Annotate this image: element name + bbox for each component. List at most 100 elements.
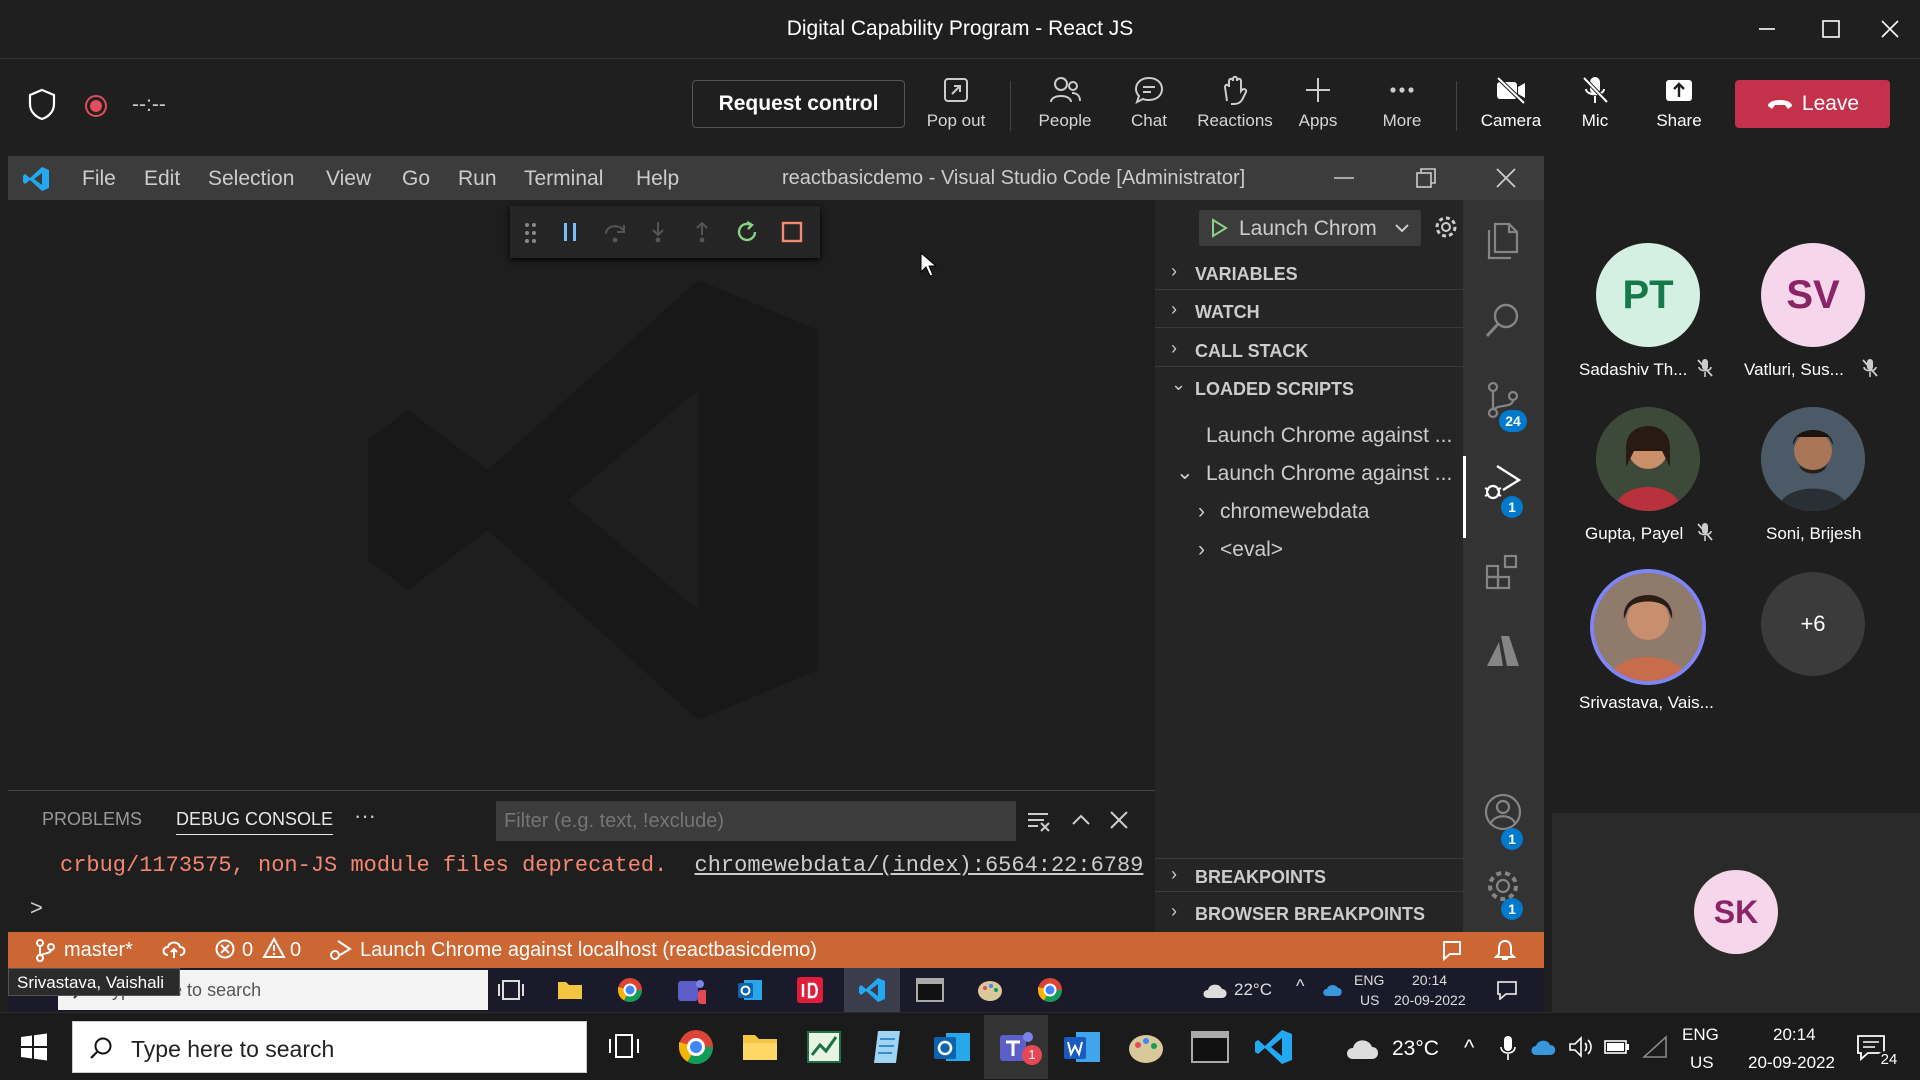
outlook-icon[interactable] [932, 1027, 972, 1067]
taskbar-lang[interactable]: ENG [1682, 1025, 1719, 1045]
share-button[interactable]: Share [1637, 75, 1721, 145]
menu-edit[interactable]: Edit [144, 167, 180, 191]
outlook-icon[interactable] [736, 976, 764, 1004]
menu-go[interactable]: Go [402, 167, 430, 191]
vscode-icon[interactable] [1254, 1027, 1294, 1067]
wifi-icon[interactable] [1642, 1035, 1668, 1059]
step-into-button[interactable] [646, 220, 670, 244]
extensions-icon[interactable] [1483, 552, 1523, 592]
chat-button[interactable]: Chat [1107, 75, 1191, 145]
explorer-icon[interactable] [1483, 220, 1523, 260]
gear-icon[interactable] [1433, 214, 1459, 240]
watch-section[interactable]: › WATCH [1155, 294, 1463, 328]
warning-count[interactable]: 0 [290, 939, 301, 962]
source-link[interactable]: chromewebdata/(index):6564:22:6789 [695, 853, 1144, 878]
account-icon[interactable] [1483, 792, 1523, 832]
inner-clock-time[interactable]: 20:14 [1412, 972, 1447, 988]
vscode-minimize-button[interactable] [1330, 164, 1358, 192]
branch-name[interactable]: master* [64, 939, 133, 962]
debug-status-icon[interactable] [328, 938, 352, 962]
onedrive-icon[interactable] [1322, 982, 1344, 998]
warning-icon[interactable] [262, 937, 286, 959]
drag-handle-icon[interactable] [524, 222, 538, 244]
console-prompt[interactable]: > [30, 895, 43, 921]
apps-button[interactable]: Apps [1276, 75, 1360, 145]
windows-start-icon[interactable] [20, 1033, 48, 1061]
tab-debug-console[interactable]: DEBUG CONSOLE [176, 809, 334, 835]
launch-config-select[interactable]: Launch Chrom [1199, 210, 1421, 246]
chevron-up-icon[interactable]: ^ [1296, 976, 1304, 997]
microphone-icon[interactable] [1500, 1035, 1516, 1061]
terminal-icon[interactable] [1190, 1027, 1230, 1067]
variables-section[interactable]: › VARIABLES [1155, 256, 1463, 290]
weather-icon[interactable] [1200, 978, 1232, 1002]
editor-area[interactable] [8, 200, 1155, 790]
weather-icon[interactable] [1344, 1035, 1384, 1061]
more-button[interactable]: More [1360, 75, 1444, 145]
menu-view[interactable]: View [326, 167, 371, 191]
people-button[interactable]: People [1023, 75, 1107, 145]
avatar-photo[interactable] [1761, 407, 1865, 511]
vscode-restore-button[interactable] [1412, 164, 1440, 192]
notifications-icon[interactable] [1496, 980, 1518, 1000]
list-item[interactable]: › chromewebdata [1198, 500, 1369, 524]
chrome-icon[interactable] [676, 1027, 716, 1067]
file-explorer-icon[interactable] [556, 976, 584, 1002]
bell-icon[interactable] [1494, 938, 1516, 962]
inner-lang[interactable]: ENG [1354, 972, 1384, 988]
browser-breakpoints-section[interactable]: › BROWSER BREAKPOINTS [1155, 896, 1463, 930]
avatar-photo-speaking[interactable] [1590, 569, 1706, 685]
clear-console-icon[interactable] [1026, 809, 1052, 833]
step-out-button[interactable] [690, 220, 714, 244]
feedback-icon[interactable] [1440, 938, 1464, 962]
loaded-scripts-section[interactable]: ⌄ LOADED SCRIPTS [1155, 371, 1463, 405]
vscode-close-button[interactable] [1492, 164, 1520, 192]
word-icon[interactable] [1062, 1027, 1102, 1067]
teams-icon[interactable] [676, 976, 706, 1004]
taskbar-region[interactable]: US [1690, 1053, 1714, 1073]
avatar[interactable]: PT [1596, 243, 1700, 347]
terminal-icon[interactable] [916, 977, 944, 1003]
error-count[interactable]: 0 [242, 939, 253, 962]
more-actions-icon[interactable]: ··· [354, 803, 376, 829]
menu-terminal[interactable]: Terminal [524, 167, 603, 191]
inner-weather-temp[interactable]: 22°C [1234, 980, 1272, 1000]
azure-icon[interactable] [1483, 632, 1523, 672]
avatar-photo[interactable] [1596, 407, 1700, 511]
debug-target[interactable]: Launch Chrome against localhost (reactba… [360, 939, 817, 962]
list-item[interactable]: ⌄ Launch Chrome against ... [1176, 461, 1452, 486]
onedrive-icon[interactable] [1530, 1037, 1558, 1057]
teams-taskbar-button[interactable]: 1 [984, 1015, 1048, 1079]
avatar[interactable]: SV [1761, 243, 1865, 347]
error-icon[interactable] [214, 938, 236, 960]
close-panel-icon[interactable] [1108, 809, 1130, 831]
restart-button[interactable] [734, 219, 760, 245]
run-debug-icon[interactable] [1483, 462, 1523, 502]
breakpoints-section[interactable]: › BREAKPOINTS [1155, 858, 1463, 892]
chrome-icon[interactable] [1036, 976, 1064, 1004]
search-icon[interactable] [1483, 300, 1523, 340]
inner-region[interactable]: US [1360, 992, 1379, 1008]
notepad-icon[interactable] [868, 1027, 908, 1067]
maximize-button[interactable] [1816, 14, 1846, 44]
avatar[interactable]: SK [1694, 870, 1778, 954]
tab-problems[interactable]: PROBLEMS [42, 809, 142, 830]
more-participants[interactable]: +6 [1761, 572, 1865, 676]
sync-icon[interactable] [162, 938, 188, 962]
battery-icon[interactable] [1604, 1039, 1630, 1055]
minimize-button[interactable] [1752, 14, 1782, 44]
task-view-icon[interactable] [604, 1027, 644, 1067]
leave-button[interactable]: Leave [1735, 80, 1890, 128]
weather-temp[interactable]: 23°C [1392, 1037, 1439, 1061]
stop-button[interactable] [780, 220, 804, 244]
menu-selection[interactable]: Selection [208, 167, 294, 191]
task-view-icon[interactable] [498, 978, 524, 1002]
step-over-button[interactable] [602, 220, 628, 244]
pause-button[interactable] [558, 220, 582, 244]
taskbar-search-box[interactable]: Type here to search [72, 1021, 587, 1073]
volume-icon[interactable] [1568, 1035, 1594, 1059]
filter-input[interactable] [496, 801, 1016, 841]
close-button[interactable] [1875, 14, 1905, 44]
paint-icon[interactable] [976, 976, 1004, 1004]
pop-out-button[interactable]: Pop out [914, 75, 998, 145]
